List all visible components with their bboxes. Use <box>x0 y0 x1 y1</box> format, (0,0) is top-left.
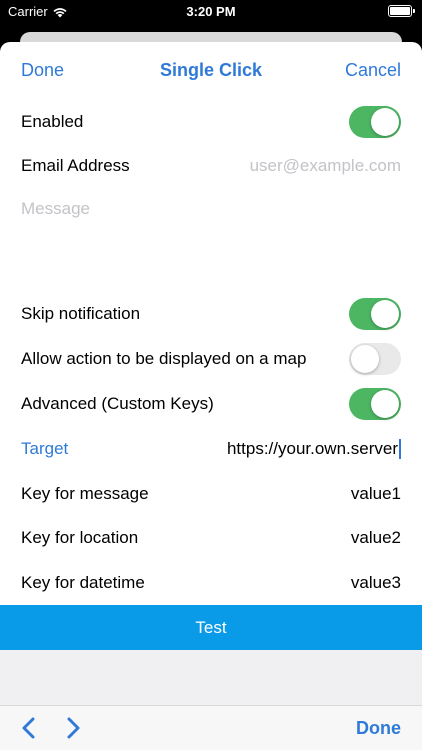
advanced-toggle[interactable] <box>349 387 401 420</box>
enabled-row: Enabled <box>0 99 422 144</box>
key-datetime-input[interactable]: value3 <box>351 573 401 593</box>
skip-notification-row: Skip notification <box>0 291 422 336</box>
cancel-button[interactable]: Cancel <box>345 60 401 81</box>
allow-map-toggle[interactable] <box>349 342 401 375</box>
email-label: Email Address <box>21 155 130 175</box>
nav-bar: Done Single Click Cancel <box>0 42 422 98</box>
target-label: Target <box>21 438 69 458</box>
key-datetime-label: Key for datetime <box>21 572 145 592</box>
skip-notification-label: Skip notification <box>21 303 141 323</box>
modal-sheet: Done Single Click Cancel Enabled Email A… <box>0 42 422 750</box>
key-location-label: Key for location <box>21 527 139 547</box>
key-location-row: Key for location value2 <box>0 515 422 560</box>
key-message-input[interactable]: value1 <box>351 484 401 504</box>
key-location-input[interactable]: value2 <box>351 528 401 548</box>
enabled-label: Enabled <box>21 111 84 131</box>
toolbar-done-button[interactable]: Done <box>356 718 401 739</box>
advanced-label: Advanced (Custom Keys) <box>21 393 214 413</box>
test-button[interactable]: Test <box>0 605 422 650</box>
advanced-row: Advanced (Custom Keys) <box>0 381 422 426</box>
key-message-label: Key for message <box>21 483 149 503</box>
status-time: 3:20 PM <box>186 4 236 19</box>
chevron-right-icon[interactable] <box>62 716 84 740</box>
skip-notification-toggle[interactable] <box>349 297 401 330</box>
keyboard-spacer <box>0 650 422 705</box>
chevron-left-icon[interactable] <box>18 716 40 740</box>
keyboard-toolbar: Done <box>0 705 422 750</box>
email-field[interactable]: user@example.com <box>250 156 401 176</box>
battery-icon <box>388 5 415 17</box>
allow-map-row: Allow action to be displayed on a map <box>0 336 422 381</box>
key-datetime-row: Key for datetime value3 <box>0 560 422 605</box>
target-input[interactable]: https://your.own.server <box>227 438 401 459</box>
key-message-row: Key for message value1 <box>0 471 422 516</box>
email-row: Email Address user@example.com <box>0 143 422 188</box>
allow-map-label: Allow action to be displayed on a map <box>21 348 307 368</box>
target-row: Target https://your.own.server <box>0 426 422 471</box>
status-bar: Carrier 3:20 PM <box>0 0 422 24</box>
message-field[interactable]: Message <box>21 199 90 219</box>
enabled-toggle[interactable] <box>349 105 401 138</box>
